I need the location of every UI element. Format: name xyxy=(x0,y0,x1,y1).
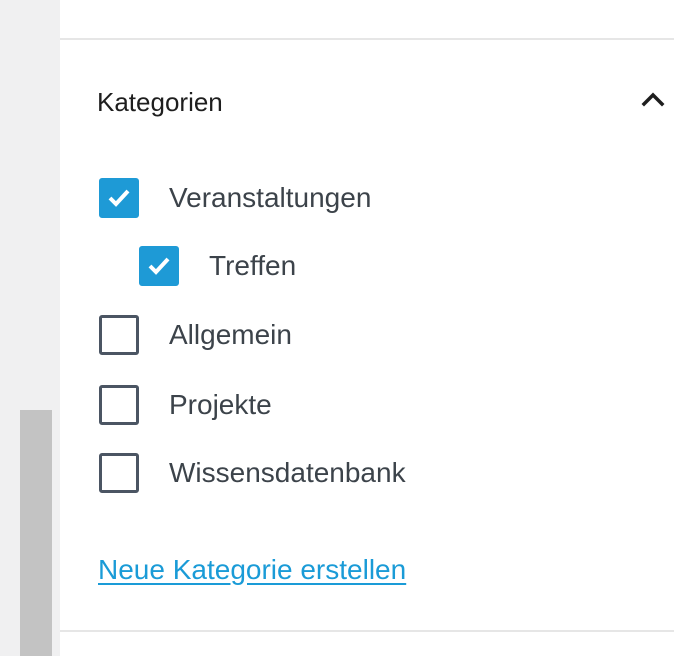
category-item-projekte[interactable]: Projekte xyxy=(99,385,272,425)
panel-title: Kategorien xyxy=(97,87,223,117)
scrollbar-track[interactable] xyxy=(0,0,60,656)
categories-sidebar-page: Kategorien Veranstaltungen Treffen Allge… xyxy=(0,0,674,656)
add-category-link[interactable]: Neue Kategorie erstellen xyxy=(98,552,406,588)
category-checkbox[interactable] xyxy=(139,246,179,286)
category-item-wissensdatenbank[interactable]: Wissensdatenbank xyxy=(99,453,406,493)
category-item-treffen[interactable]: Treffen xyxy=(139,246,296,286)
category-label: Veranstaltungen xyxy=(169,182,372,213)
checkmark-icon xyxy=(148,257,170,275)
category-label: Projekte xyxy=(169,389,272,420)
chevron-up-icon xyxy=(641,92,665,107)
category-label: Wissensdatenbank xyxy=(169,457,406,488)
divider xyxy=(60,630,674,632)
categories-panel: Kategorien Veranstaltungen Treffen Allge… xyxy=(60,0,674,656)
category-checkbox[interactable] xyxy=(99,315,139,355)
checkmark-icon xyxy=(108,189,130,207)
category-item-veranstaltungen[interactable]: Veranstaltungen xyxy=(99,178,371,218)
category-checkbox[interactable] xyxy=(99,453,139,493)
category-label: Allgemein xyxy=(169,319,292,350)
scrollbar-thumb[interactable] xyxy=(20,410,52,656)
divider xyxy=(60,38,674,40)
collapse-panel-button[interactable] xyxy=(632,80,674,120)
category-item-allgemein[interactable]: Allgemein xyxy=(99,315,292,355)
category-checkbox[interactable] xyxy=(99,178,139,218)
category-checkbox[interactable] xyxy=(99,385,139,425)
category-label: Treffen xyxy=(209,250,297,281)
